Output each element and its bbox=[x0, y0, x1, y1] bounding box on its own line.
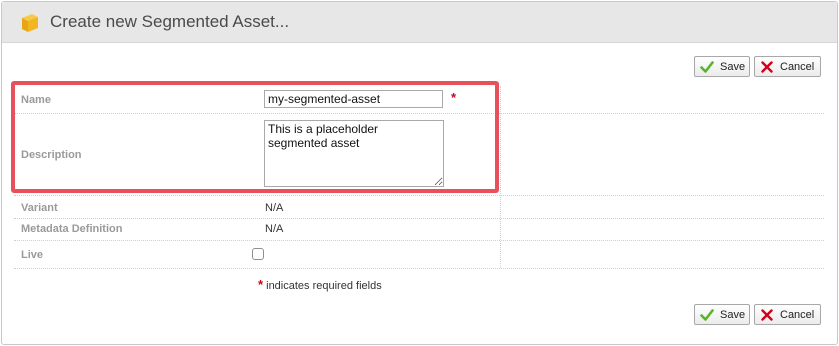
check-icon bbox=[700, 308, 714, 321]
required-fields-note: * indicates required fields bbox=[258, 277, 382, 292]
cancel-button-bottom[interactable]: Cancel bbox=[754, 304, 821, 325]
required-marker: * bbox=[451, 90, 457, 105]
required-legend-text: indicates required fields bbox=[266, 280, 382, 292]
cancel-button[interactable]: Cancel bbox=[754, 56, 821, 77]
live-label: Live bbox=[21, 249, 44, 261]
form-row-live: Live bbox=[14, 241, 824, 269]
cancel-button-label: Cancel bbox=[780, 308, 815, 321]
description-textarea[interactable]: This is a placeholder segmented asset bbox=[264, 120, 444, 187]
name-input[interactable] bbox=[264, 90, 443, 108]
required-legend-marker: * bbox=[258, 277, 264, 292]
save-button-label: Save bbox=[720, 60, 746, 73]
save-button-label: Save bbox=[720, 308, 746, 321]
name-label: Name bbox=[21, 94, 51, 106]
check-icon bbox=[700, 60, 714, 73]
cancel-button-label: Cancel bbox=[780, 60, 815, 73]
metadata-definition-value: N/A bbox=[265, 223, 284, 235]
close-icon bbox=[761, 308, 773, 321]
save-button[interactable]: Save bbox=[694, 56, 750, 77]
description-label: Description bbox=[21, 149, 82, 161]
asset-form: Name * Description This is a placeholder… bbox=[14, 86, 824, 269]
form-row-metadata-definition: Metadata Definition N/A bbox=[14, 218, 824, 241]
live-checkbox[interactable] bbox=[252, 248, 264, 260]
cube-icon bbox=[22, 14, 38, 32]
close-icon bbox=[761, 60, 773, 73]
form-row-variant: Variant N/A bbox=[14, 195, 824, 219]
metadata-definition-label: Metadata Definition bbox=[21, 223, 123, 235]
save-button-bottom[interactable]: Save bbox=[694, 304, 750, 325]
title-bar: Create new Segmented Asset... bbox=[2, 2, 837, 43]
variant-label: Variant bbox=[21, 202, 58, 214]
form-row-name: Name * bbox=[14, 86, 824, 114]
dialog-title: Create new Segmented Asset... bbox=[50, 12, 290, 31]
variant-value: N/A bbox=[265, 202, 284, 214]
